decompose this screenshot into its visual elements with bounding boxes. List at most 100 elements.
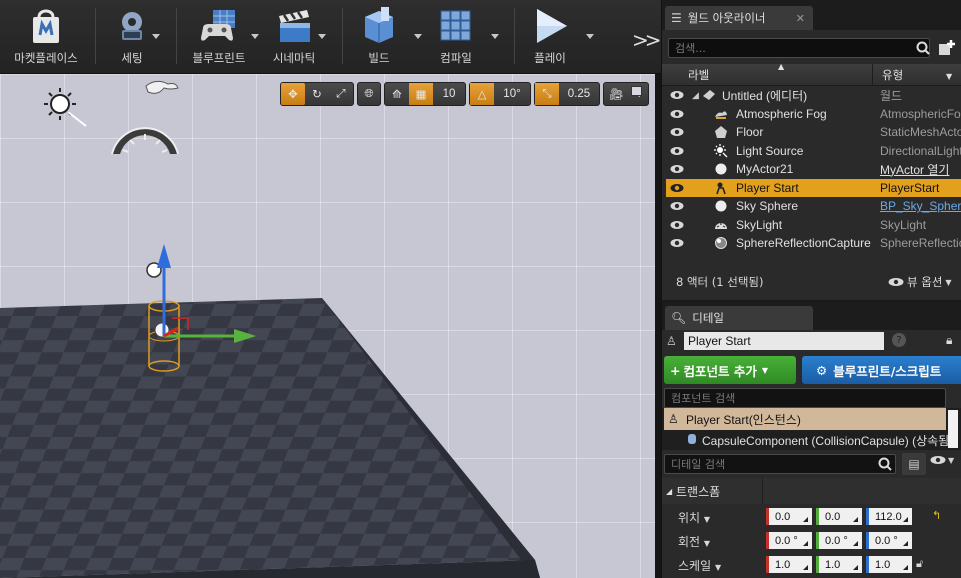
visibility-eye-icon[interactable]: [670, 127, 684, 137]
visibility-eye-icon[interactable]: [670, 109, 684, 119]
play-button[interactable]: 플레이: [526, 6, 574, 70]
visibility-eye-icon[interactable]: [670, 146, 684, 156]
build-dropdown-caret[interactable]: [414, 34, 422, 39]
type-dropdown-icon[interactable]: ▼: [946, 72, 952, 81]
settings-dropdown-caret[interactable]: [152, 34, 160, 39]
outliner-row-world[interactable]: ◢ Untitled (에디터) 월드: [666, 86, 961, 105]
blueprints-button[interactable]: 블루프린트: [188, 6, 250, 70]
scale-snap-icon[interactable]: ⤡: [535, 83, 559, 105]
outliner-row-sphere-reflection-capture[interactable]: SphereReflectionCapture SphereReflection…: [666, 234, 961, 253]
outliner-row-sky-sphere[interactable]: Sky Sphere BP_Sky_Sphere: [666, 197, 961, 216]
toolbar-separator: [514, 8, 515, 64]
root-component-row[interactable]: ♙ Player Start(인스턴스): [664, 408, 946, 430]
location-label[interactable]: 위치 ▼: [678, 509, 710, 526]
visibility-eye-icon[interactable]: [670, 201, 684, 211]
camera-speed-icon[interactable]: 🎥︎: [604, 83, 628, 105]
translate-mode-icon[interactable]: ✥: [281, 83, 305, 105]
outliner-row-skylight[interactable]: SkyLight SkyLight: [666, 216, 961, 235]
tab-details[interactable]: 🔍︎ 디테일: [665, 306, 813, 330]
component-search-input[interactable]: 컴포넌트 검색: [664, 388, 946, 408]
details-search-input[interactable]: 디테일 검색: [664, 454, 896, 474]
transform-section-header[interactable]: ◢ 트랜스폼: [662, 478, 961, 504]
search-icon[interactable]: [916, 41, 930, 55]
marketplace-icon: [24, 6, 68, 46]
cinematics-dropdown-caret[interactable]: [318, 34, 326, 39]
grid-snap-icon[interactable]: ▦: [409, 83, 433, 105]
location-z-field[interactable]: 112.0: [866, 508, 912, 525]
scale-snap-value[interactable]: 0.25: [559, 83, 599, 105]
close-tab-icon[interactable]: ✕: [796, 12, 805, 25]
col-type[interactable]: 유형: [882, 67, 903, 83]
details-view-options-button[interactable]: ▼: [930, 455, 954, 465]
expand-arrow-icon[interactable]: ◢: [692, 90, 699, 101]
actor-count: 8 액터 (1 선택됨): [676, 275, 764, 289]
scale-label[interactable]: 스케일 ▼: [678, 557, 721, 574]
rotation-row: 회전 ▼ 0.0 ° 0.0 ° 0.0 °: [662, 530, 961, 552]
lock-icon[interactable]: 🔒︎: [946, 333, 952, 348]
blueprint-script-button[interactable]: ⚙︎ 블루프린트/스크립트: [802, 356, 961, 384]
visibility-eye-icon[interactable]: [670, 90, 684, 100]
surface-snap-icon[interactable]: ⟰: [385, 83, 409, 105]
outliner-search-input[interactable]: 검색...: [668, 38, 930, 58]
open-myactor-link[interactable]: MyActor 열기: [880, 161, 961, 178]
light-source-sprite: [44, 88, 87, 127]
play-dropdown-caret[interactable]: [586, 34, 594, 39]
rotation-label[interactable]: 회전 ▼: [678, 533, 710, 550]
details-tabbar: 🔍︎ 디테일: [662, 302, 961, 330]
rotation-x-field[interactable]: 0.0 °: [766, 532, 812, 549]
add-filter-icon[interactable]: [938, 40, 956, 56]
scale-x-field[interactable]: 1.0: [766, 556, 812, 573]
build-button[interactable]: 빌드: [356, 6, 402, 70]
scale-mode-icon[interactable]: ⤢: [329, 83, 353, 105]
toolbar-overflow-icon[interactable]: >>: [632, 28, 661, 52]
scale-lock-icon[interactable]: 🔓︎: [916, 557, 923, 571]
scale-snap-group: ⤡ 0.25: [534, 82, 600, 106]
compile-button[interactable]: 컴파일: [432, 6, 480, 70]
outliner-icon: ☰: [671, 11, 682, 25]
rotation-z-field[interactable]: 0.0 °: [866, 532, 912, 549]
chevron-down-icon: ▼: [945, 277, 952, 287]
actor-name-field[interactable]: Player Start: [684, 332, 884, 350]
scale-z-field[interactable]: 1.0: [866, 556, 912, 573]
capsule-component-row[interactable]: CapsuleComponent (CollisionCapsule) (상속됨…: [702, 432, 953, 449]
world-local-icon[interactable]: 🌐︎: [357, 82, 381, 106]
toolbar-separator: [95, 8, 96, 64]
world-icon: [702, 88, 716, 102]
component-tree-scrollbar[interactable]: [948, 410, 958, 448]
outliner-row-atmospheric-fog[interactable]: Atmospheric Fog AtmosphericFog: [666, 105, 961, 124]
search-icon[interactable]: [878, 457, 892, 471]
blueprints-dropdown-caret[interactable]: [251, 34, 259, 39]
settings-button[interactable]: 세팅: [108, 6, 156, 70]
rotation-snap-icon[interactable]: △: [470, 83, 494, 105]
outliner-row-light-source[interactable]: Light Source DirectionalLight: [666, 142, 961, 161]
visibility-eye-icon[interactable]: [670, 183, 684, 193]
rotate-mode-icon[interactable]: ↻: [305, 83, 329, 105]
property-matrix-icon[interactable]: ▤: [902, 453, 926, 475]
maximize-viewport-icon[interactable]: [631, 86, 642, 96]
outliner-row-myactor21[interactable]: MyActor21 MyActor 열기: [666, 160, 961, 179]
outliner-row-floor[interactable]: Floor StaticMeshActor: [666, 123, 961, 142]
level-viewport[interactable]: ✥ ↻ ⤢ 🌐︎ ⟰ ▦ 10 △ 10° ⤡ 0.25 🎥︎ 4: [0, 74, 655, 578]
outliner-row-player-start[interactable]: Player Start PlayerStart: [666, 178, 961, 197]
visibility-eye-icon[interactable]: [670, 220, 684, 230]
player-start-icon: [714, 181, 728, 195]
rotation-snap-value[interactable]: 10°: [494, 83, 530, 105]
rotation-y-field[interactable]: 0.0 °: [816, 532, 862, 549]
sky-sphere-blueprint-link[interactable]: BP_Sky_Sphere: [880, 199, 961, 213]
help-icon[interactable]: ?: [892, 333, 906, 347]
location-y-field[interactable]: 0.0: [816, 508, 862, 525]
visibility-eye-icon[interactable]: [670, 238, 684, 248]
view-options-button[interactable]: 뷰 옵션 ▼: [888, 274, 952, 290]
add-component-button[interactable]: + 컴포넌트 추가 ▼: [664, 356, 796, 384]
fog-icon: [714, 107, 728, 121]
marketplace-button[interactable]: 마켓플레이스: [6, 6, 86, 70]
grid-snap-value[interactable]: 10: [433, 83, 465, 105]
cinematics-button[interactable]: 시네마틱: [268, 6, 320, 70]
tab-world-outliner[interactable]: ☰ 월드 아웃라이너 ✕: [665, 6, 813, 30]
reset-to-default-icon[interactable]: ↰: [932, 509, 941, 522]
visibility-eye-icon[interactable]: [670, 164, 684, 174]
location-x-field[interactable]: 0.0: [766, 508, 812, 525]
compile-dropdown-caret[interactable]: [491, 34, 499, 39]
col-label[interactable]: 라벨: [688, 67, 709, 83]
scale-y-field[interactable]: 1.0: [816, 556, 862, 573]
